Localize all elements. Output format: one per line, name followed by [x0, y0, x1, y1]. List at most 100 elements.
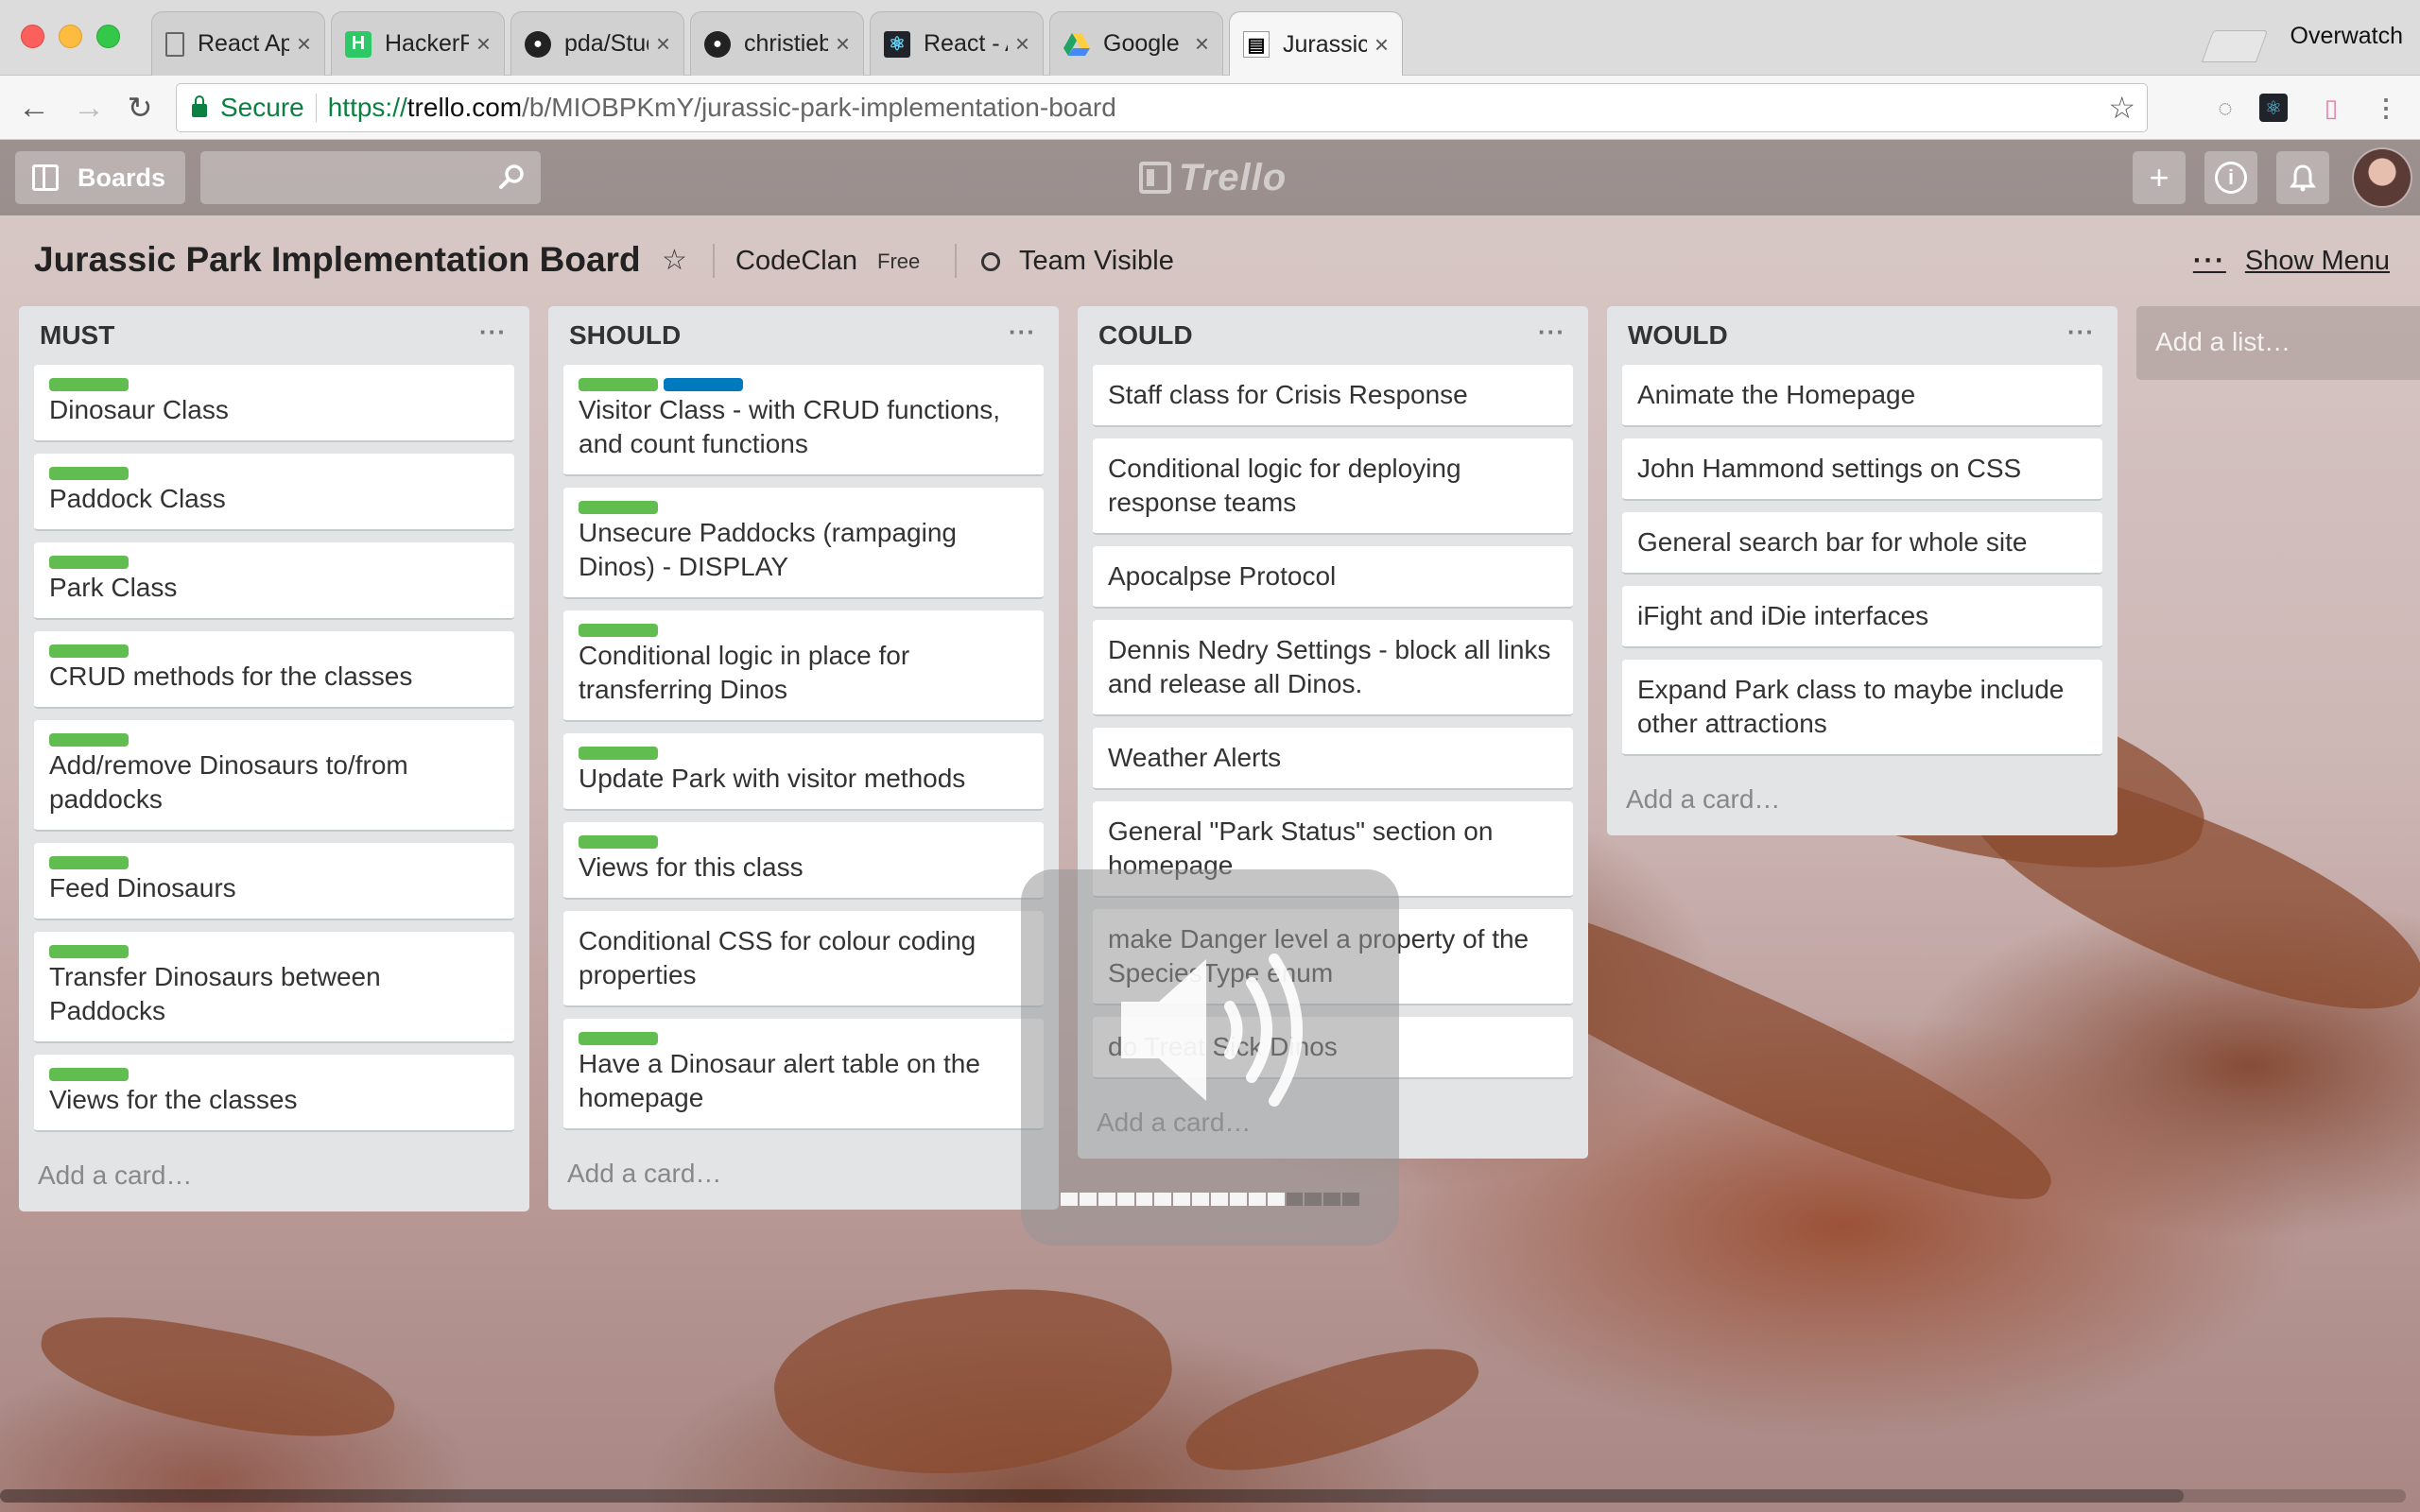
list-menu-icon[interactable]: ···: [2067, 318, 2095, 347]
notifications-button[interactable]: [2276, 151, 2329, 204]
board-title[interactable]: Jurassic Park Implementation Board: [34, 240, 641, 280]
browser-tab[interactable]: ⚛ React - A JavaScr ×: [870, 11, 1044, 76]
list-menu-icon[interactable]: ···: [1009, 318, 1036, 347]
avatar[interactable]: [2352, 147, 2412, 208]
browser-tab[interactable]: Google Drive - Cl ×: [1049, 11, 1223, 76]
volume-segment: [1248, 1193, 1266, 1206]
card[interactable]: Feed Dinosaurs: [34, 843, 514, 920]
card-title: Paddock Class: [49, 484, 226, 513]
horizontal-scrollbar[interactable]: [0, 1489, 2406, 1503]
card[interactable]: John Hammond settings on CSS: [1622, 438, 2102, 501]
card[interactable]: Add/remove Dinosaurs to/from paddocks: [34, 720, 514, 832]
card[interactable]: Transfer Dinosaurs between Paddocks: [34, 932, 514, 1043]
trello-logo[interactable]: Trello: [1139, 153, 1287, 202]
info-button[interactable]: i: [2204, 151, 2257, 204]
browser-tab[interactable]: ● christiebelle/PDA ×: [690, 11, 864, 76]
add-button[interactable]: +: [2133, 151, 2186, 204]
browser-tab[interactable]: ● pda/Student Check ×: [510, 11, 684, 76]
bookmark-star-icon[interactable]: ☆: [2108, 90, 2135, 126]
card[interactable]: Conditional logic for deploying response…: [1093, 438, 1573, 535]
card[interactable]: Apocalpse Protocol: [1093, 546, 1573, 609]
search-icon[interactable]: [497, 163, 526, 191]
browser-tab[interactable]: H HackerRank | Tech ×: [331, 11, 505, 76]
card[interactable]: Dennis Nedry Settings - block all links …: [1093, 620, 1573, 716]
card-title: Dennis Nedry Settings - block all links …: [1108, 635, 1551, 698]
card[interactable]: Views for this class: [563, 822, 1044, 900]
url-path: /b/MIOBPKmY/jurassic-park-implementation…: [522, 93, 1116, 122]
card[interactable]: Visitor Class - with CRUD functions, and…: [563, 365, 1044, 476]
boards-icon: [32, 164, 59, 191]
card[interactable]: Park Class: [34, 542, 514, 620]
add-card-button[interactable]: Add a card…: [1622, 767, 2102, 835]
close-tab-icon[interactable]: ×: [1374, 30, 1389, 60]
visibility-button[interactable]: Team Visible: [981, 246, 1174, 277]
list-title[interactable]: MUST ···: [34, 306, 514, 365]
minimize-window-button[interactable]: [59, 25, 82, 48]
card[interactable]: Views for the classes: [34, 1055, 514, 1132]
card-title: Views for the classes: [49, 1085, 298, 1114]
volume-segment: [1323, 1193, 1341, 1206]
list-title[interactable]: COULD ···: [1093, 306, 1573, 365]
back-arrow-icon[interactable]: ←: [15, 89, 53, 127]
close-tab-icon[interactable]: ×: [656, 29, 670, 59]
card[interactable]: Paddock Class: [34, 454, 514, 531]
card-labels: [579, 624, 1028, 637]
url-scheme: https://: [327, 93, 407, 122]
card[interactable]: Have a Dinosaur alert table on the homep…: [563, 1019, 1044, 1130]
list-title[interactable]: SHOULD ···: [563, 306, 1044, 365]
volume-segment: [1173, 1193, 1191, 1206]
reload-icon[interactable]: ↻: [121, 89, 159, 127]
card[interactable]: Conditional logic in place for transferr…: [563, 610, 1044, 722]
close-tab-icon[interactable]: ×: [1015, 29, 1029, 59]
scrollbar-thumb[interactable]: [0, 1489, 2184, 1503]
add-card-button[interactable]: Add a card…: [563, 1142, 1044, 1210]
boards-button[interactable]: Boards: [15, 151, 185, 204]
close-tab-icon[interactable]: ×: [476, 29, 491, 59]
close-tab-icon[interactable]: ×: [297, 29, 311, 59]
add-card-button[interactable]: Add a card…: [34, 1143, 514, 1211]
card[interactable]: Staff class for Crisis Response: [1093, 365, 1573, 427]
card[interactable]: Weather Alerts: [1093, 728, 1573, 790]
green-label: [579, 378, 658, 391]
show-menu-button[interactable]: ··· Show Menu: [2193, 246, 2390, 277]
address-divider: [315, 94, 317, 122]
card-title: Add/remove Dinosaurs to/from paddocks: [49, 750, 408, 814]
close-window-button[interactable]: [21, 25, 44, 48]
close-tab-icon[interactable]: ×: [1195, 29, 1209, 59]
close-tab-icon[interactable]: ×: [836, 29, 850, 59]
extension-document-icon[interactable]: ▯: [2314, 91, 2348, 125]
card[interactable]: CRUD methods for the classes: [34, 631, 514, 709]
card[interactable]: General search bar for whole site: [1622, 512, 2102, 575]
list-title[interactable]: WOULD ···: [1622, 306, 2102, 365]
browser-tab[interactable]: React App ×: [151, 11, 325, 76]
maximize-window-button[interactable]: [96, 25, 120, 48]
volume-segment: [1154, 1193, 1172, 1206]
card[interactable]: Expand Park class to maybe include other…: [1622, 660, 2102, 756]
forward-arrow-icon[interactable]: →: [70, 89, 108, 127]
star-board-icon[interactable]: ☆: [662, 244, 687, 277]
browser-toolbar: ← → ↻ Secure https://trello.com/b/MIOBPK…: [0, 76, 2420, 140]
extension-circle-icon[interactable]: ◌: [2208, 91, 2242, 125]
list-menu-icon[interactable]: ···: [1538, 318, 1565, 347]
card[interactable]: Conditional CSS for colour coding proper…: [563, 911, 1044, 1007]
card[interactable]: iFight and iDie interfaces: [1622, 586, 2102, 648]
browser-tab[interactable]: ▤ Jurassic Park Imp×: [1229, 11, 1403, 77]
card[interactable]: Unsecure Paddocks (rampaging Dinos) - DI…: [563, 488, 1044, 599]
volume-segment: [1192, 1193, 1209, 1206]
chrome-menu-icon[interactable]: ⋮: [2369, 91, 2403, 125]
list-menu-icon[interactable]: ···: [479, 318, 507, 347]
address-bar[interactable]: Secure https://trello.com/b/MIOBPKmY/jur…: [176, 83, 2148, 132]
team-name[interactable]: CodeClan: [735, 246, 857, 277]
volume-segment: [1098, 1193, 1115, 1206]
card[interactable]: Animate the Homepage: [1622, 365, 2102, 427]
list-title-label: MUST: [40, 320, 115, 350]
react-devtools-icon[interactable]: ⚛: [2259, 94, 2288, 122]
profile-name[interactable]: Overwatch: [2290, 23, 2403, 50]
new-tab-button[interactable]: [2201, 30, 2269, 62]
card[interactable]: Dinosaur Class: [34, 365, 514, 442]
card[interactable]: Update Park with visitor methods: [563, 733, 1044, 811]
volume-segment: [1305, 1193, 1322, 1206]
card-labels: [49, 1068, 499, 1081]
search-input[interactable]: [200, 151, 541, 204]
add-list-button[interactable]: Add a list…: [2136, 306, 2420, 380]
